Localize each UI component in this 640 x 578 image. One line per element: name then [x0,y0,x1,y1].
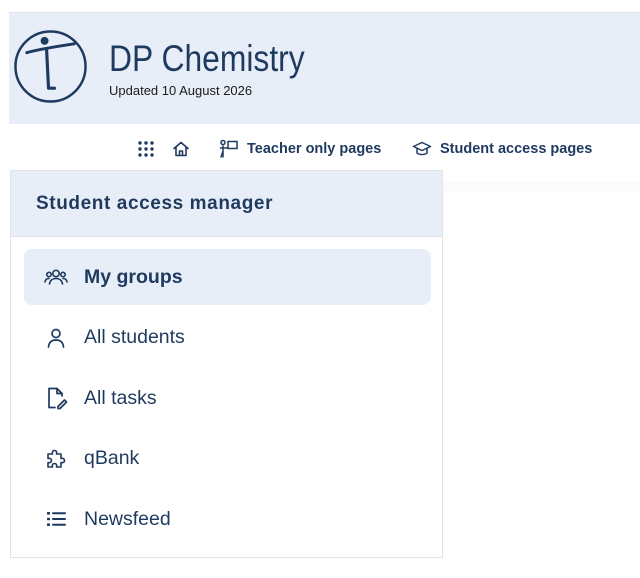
content-area [443,182,640,192]
nav-student-access-pages[interactable]: Student access pages [412,140,592,158]
menu-item-all-students[interactable]: All students [24,310,431,366]
student-access-manager-panel: Student access manager My groups All stu… [10,170,443,558]
menu-item-my-groups[interactable]: My groups [24,249,431,305]
site-title: DP Chemistry [109,38,305,79]
file-edit-icon [48,387,68,410]
grid-icon[interactable] [137,140,155,158]
list-icon [47,512,66,526]
nav-label: Teacher only pages [247,141,382,157]
home-icon[interactable] [172,140,190,158]
graduation-cap-icon [412,141,432,156]
nav-label: Student access pages [440,141,593,157]
panel-header: Student access manager [11,171,442,237]
menu-item-all-tasks[interactable]: All tasks [24,370,431,426]
users-icon [44,269,68,285]
user-icon [47,328,65,348]
menu-item-newsfeed[interactable]: Newsfeed [24,491,431,547]
updated-date: Updated 10 August 2026 [109,83,253,98]
site-header: DP Chemistry Updated 10 August 2026 [9,12,640,124]
top-navigation: Teacher only pages Student access pages [0,124,640,170]
figure-in-circle-logo[interactable] [13,29,88,104]
panel-menu: My groups All students All tasks qBank N… [24,249,431,552]
panel-title: Student access manager [36,192,274,214]
puzzle-icon [47,449,66,468]
nav-teacher-only-pages[interactable]: Teacher only pages [219,139,382,158]
menu-label: All students [84,326,185,348]
teacher-board-icon [219,139,238,158]
menu-label: All tasks [84,386,157,409]
menu-label: qBank [84,447,140,469]
menu-label: Newsfeed [84,507,171,530]
menu-item-qbank[interactable]: qBank [24,431,431,487]
menu-label: My groups [84,265,183,288]
